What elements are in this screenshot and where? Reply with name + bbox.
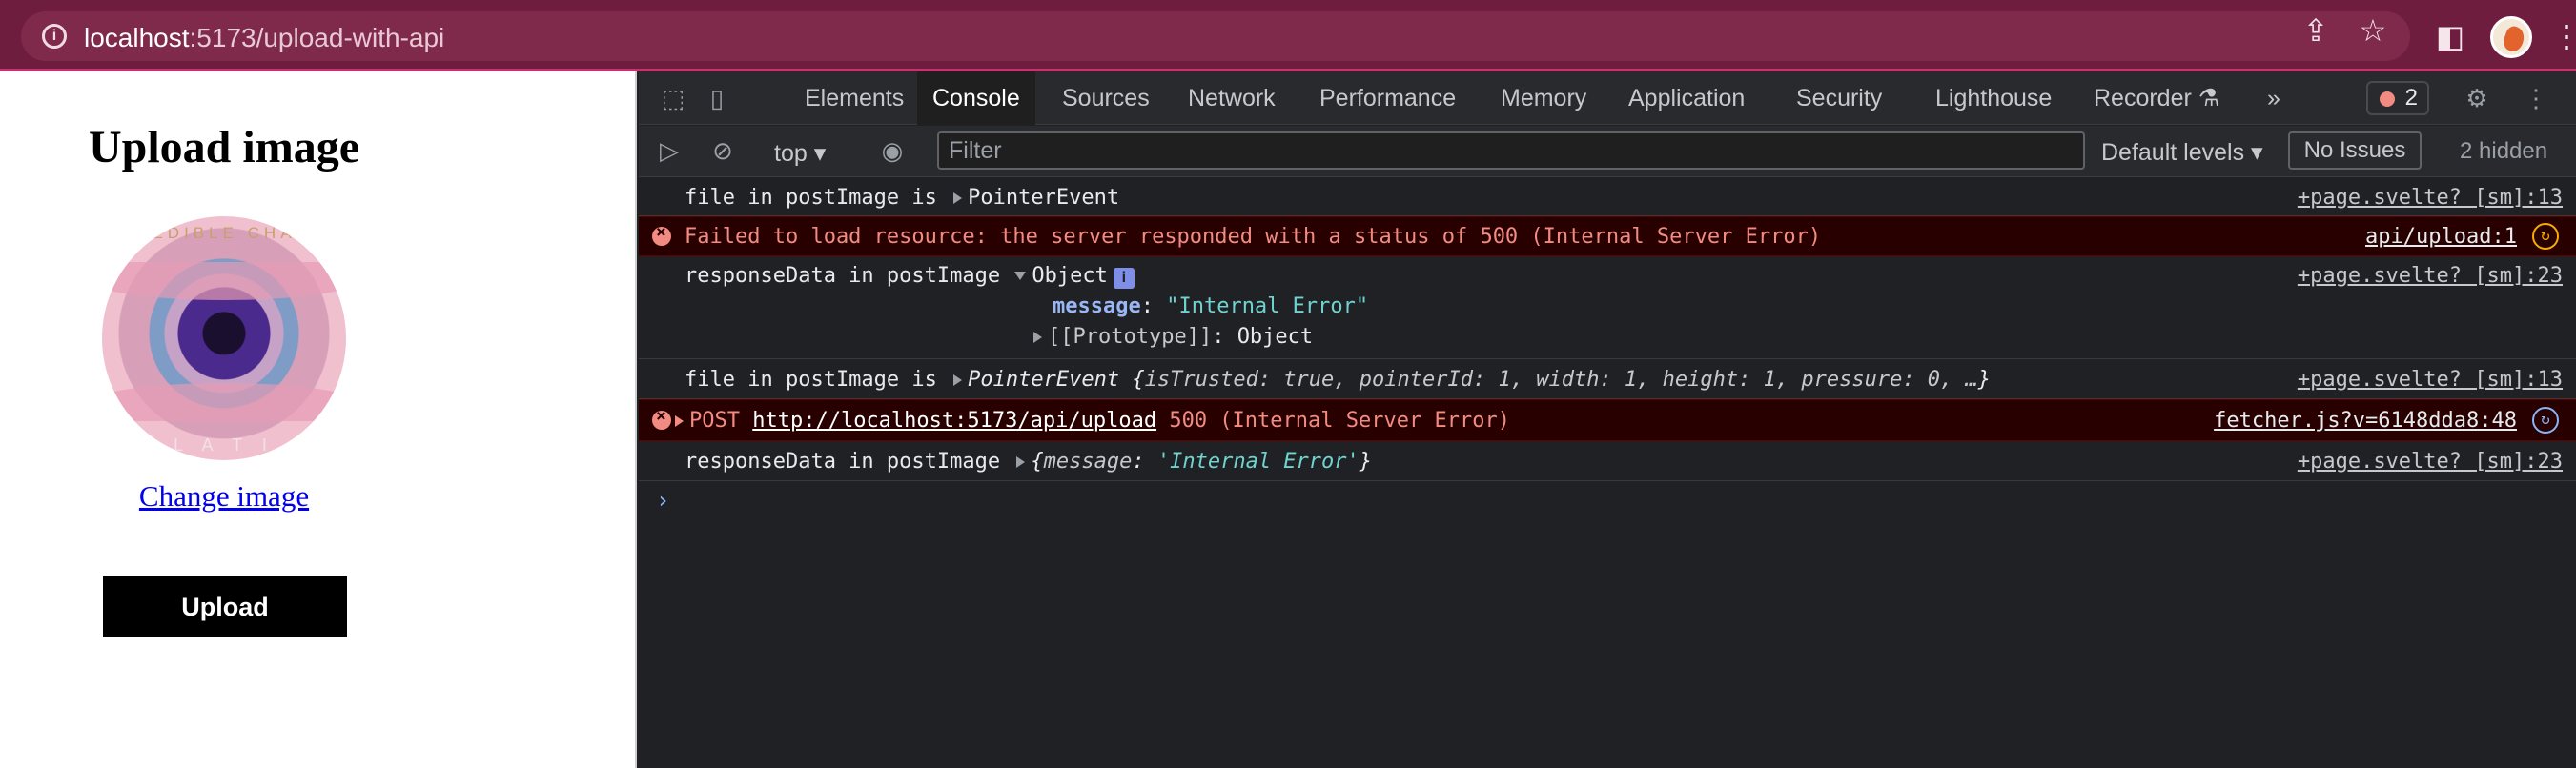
log-message: responseData in postImage Object i — [685, 264, 1135, 289]
log-levels-dropdown[interactable]: Default levels ▾ — [2101, 138, 2263, 167]
log-message: file in postImage is PointerEvent {isTru… — [685, 368, 1992, 392]
image-text-bottom: L A T I — [174, 435, 275, 455]
sidepanel-icon[interactable]: ◧ — [2431, 17, 2469, 55]
console-toolbar: ▷ ⊘ top ▾ ◉ Filter Default levels ▾ No I… — [639, 126, 2576, 177]
error-message: Failed to load resource: the server resp… — [685, 225, 1822, 249]
tab-application[interactable]: Application — [1615, 71, 1758, 125]
address-bar[interactable]: i localhost:5173/upload-with-api ⇪ ☆ — [21, 11, 2410, 61]
sidebar-toggle-icon[interactable]: ▷ — [652, 133, 686, 168]
image-eyelid-bottom — [102, 383, 346, 421]
expand-triangle-icon[interactable] — [1016, 456, 1026, 468]
tab-console[interactable]: Console — [917, 71, 1035, 125]
flask-icon: ⚗ — [2198, 85, 2220, 111]
hidden-count: 2 hidden — [2460, 138, 2548, 164]
tab-security[interactable]: Security — [1783, 71, 1895, 125]
tab-memory[interactable]: Memory — [1487, 71, 1600, 125]
more-tabs-button[interactable]: » — [2256, 71, 2292, 125]
device-toolbar-icon[interactable]: ▯ — [700, 81, 734, 115]
devtools-tabbar: ⬚ ▯ Elements Console Sources Network Per… — [639, 71, 2576, 125]
log-levels-label: Default levels — [2101, 139, 2245, 166]
inspect-element-icon[interactable]: ⬚ — [656, 81, 690, 115]
profile-avatar[interactable] — [2490, 16, 2532, 58]
console-error-row: POST http://localhost:5173/api/upload 50… — [639, 399, 2576, 441]
tab-elements[interactable]: Elements — [791, 71, 917, 125]
browser-toolbar: i localhost:5173/upload-with-api ⇪ ☆ ◧ ⋮ — [0, 0, 2576, 71]
url-text[interactable]: localhost:5173/upload-with-api — [84, 23, 444, 53]
image-eyelid-top — [102, 262, 346, 300]
error-icon — [652, 406, 671, 430]
profile-image: EDIBLE CHA L A T I — [102, 216, 346, 460]
source-link[interactable]: +page.svelte? [sm]:23 — [2298, 450, 2563, 474]
chevron-down-icon: ▾ — [813, 140, 827, 167]
console-prompt[interactable]: › — [639, 481, 2576, 519]
log-message: file in postImage is PointerEvent — [685, 186, 1120, 210]
expand-triangle-icon[interactable] — [953, 192, 963, 204]
source-link[interactable]: +page.svelte? [sm]:23 — [2298, 264, 2563, 288]
network-request-icon[interactable]: ↻ — [2532, 407, 2559, 434]
console-row: file in postImage is PointerEvent {isTru… — [639, 359, 2576, 399]
issues-button[interactable]: No Issues — [2288, 131, 2422, 170]
info-icon[interactable]: i — [1113, 268, 1135, 289]
page-title: Upload image — [88, 122, 359, 172]
live-expression-eye-icon[interactable]: ◉ — [875, 133, 910, 168]
error-count-badge[interactable]: 2 — [2366, 81, 2429, 115]
context-selector[interactable]: top ▾ — [774, 139, 826, 168]
source-link[interactable]: api/upload:1 — [2365, 225, 2517, 249]
console-error-row: Failed to load resource: the server resp… — [639, 216, 2576, 256]
tab-recorder-label: Recorder — [2094, 85, 2192, 111]
source-link[interactable]: fetcher.js?v=6148dda8:48 — [2214, 409, 2517, 433]
console-filter-input[interactable]: Filter — [937, 131, 2085, 170]
chevron-down-icon: ▾ — [2251, 139, 2263, 166]
tab-sources[interactable]: Sources — [1049, 71, 1163, 125]
settings-gear-icon[interactable]: ⚙ — [2460, 81, 2494, 115]
image-text-top: EDIBLE CHA — [152, 224, 296, 242]
expand-triangle-icon[interactable] — [1033, 332, 1042, 343]
console-row: file in postImage is PointerEvent +page.… — [639, 178, 2576, 216]
source-link[interactable]: +page.svelte? [sm]:13 — [2298, 368, 2563, 392]
menu-icon[interactable]: ⋮ — [2547, 17, 2576, 55]
error-message: POST http://localhost:5173/api/upload 50… — [671, 409, 1510, 433]
tab-network[interactable]: Network — [1175, 71, 1289, 125]
star-icon[interactable]: ☆ — [2354, 11, 2392, 50]
upload-button[interactable]: Upload — [103, 576, 347, 637]
share-icon[interactable]: ⇪ — [2297, 11, 2335, 50]
request-url-link[interactable]: http://localhost:5173/api/upload — [752, 409, 1156, 433]
info-icon[interactable]: i — [42, 24, 67, 49]
object-prototype: [[Prototype]]: Object — [1030, 325, 1313, 349]
expand-triangle-icon[interactable] — [675, 415, 684, 427]
source-link[interactable]: +page.svelte? [sm]:13 — [2298, 186, 2563, 210]
context-value: top — [774, 140, 808, 167]
console-row: responseData in postImage Object i messag… — [639, 256, 2576, 359]
devtools-panel: ⬚ ▯ Elements Console Sources Network Per… — [639, 71, 2576, 768]
web-page: Upload image EDIBLE CHA L A T I Change i… — [0, 71, 637, 768]
error-icon — [652, 222, 671, 246]
tab-lighthouse[interactable]: Lighthouse — [1922, 71, 2065, 125]
log-message: responseData in postImage {message: 'Int… — [685, 450, 1373, 474]
tab-recorder[interactable]: Recorder ⚗ — [2080, 71, 2233, 125]
prompt-chevron-icon: › — [656, 487, 670, 514]
expand-triangle-icon[interactable] — [953, 374, 963, 386]
console-output: file in postImage is PointerEvent +page.… — [639, 178, 2576, 519]
change-image-link[interactable]: Change image — [0, 479, 448, 514]
more-options-icon[interactable]: ⋮ — [2519, 81, 2553, 115]
collapse-triangle-icon[interactable] — [1014, 272, 1027, 280]
console-row: responseData in postImage {message: 'Int… — [639, 441, 2576, 481]
clear-console-icon[interactable]: ⊘ — [705, 133, 740, 168]
tab-performance[interactable]: Performance — [1306, 71, 1469, 125]
object-property: message: "Internal Error" — [1053, 294, 1369, 318]
network-request-icon[interactable]: ↻ — [2532, 223, 2559, 250]
